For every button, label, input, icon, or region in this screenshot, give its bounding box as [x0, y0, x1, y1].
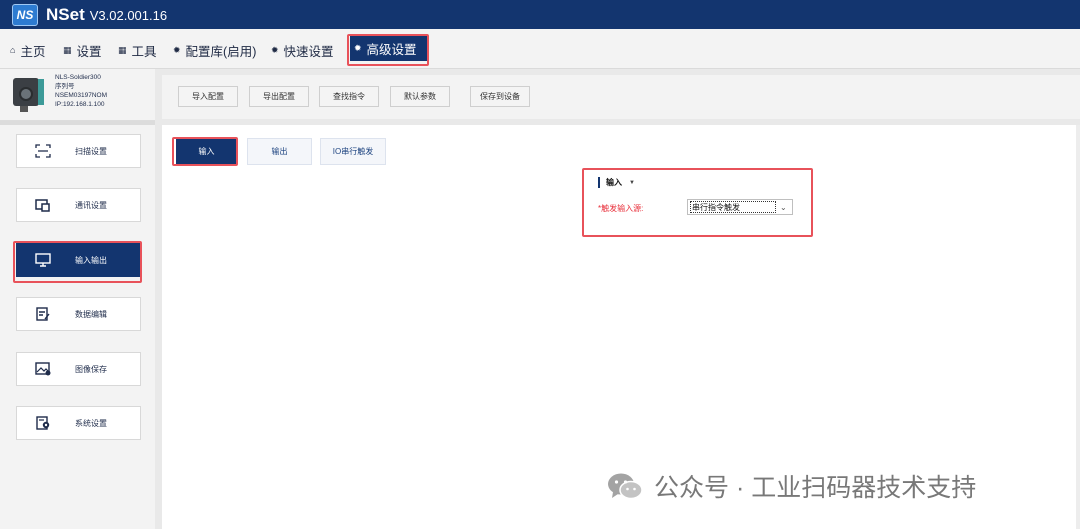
import-config-button[interactable]: 导入配置 — [178, 86, 238, 107]
watermark-text: 公众号 · 工业扫码器技术支持 — [654, 474, 977, 502]
sidebar-item-label: 图像保存 — [75, 364, 107, 374]
grid-icon: ▦ — [118, 44, 127, 55]
camera-device-icon — [10, 75, 44, 113]
sidebar-item-label: 数据编辑 — [75, 309, 107, 319]
section-title: 输入 — [606, 178, 622, 187]
sidebar-item-communication-settings[interactable]: 通讯设置 — [16, 188, 141, 222]
device-info: NLS-Soldier300 序列号 NSEM03197NOM IP:192.1… — [55, 73, 107, 109]
sidebar-item-data-edit[interactable]: 数据编辑 — [16, 297, 141, 331]
grid-icon: ▦ — [63, 44, 72, 55]
toolbar: 导入配置 导出配置 查找指令 默认参数 保存到设备 — [162, 75, 1080, 119]
device-ip: IP:192.168.1.100 — [55, 101, 105, 108]
system-settings-icon — [35, 416, 51, 430]
sidebar-item-input-output[interactable]: 输入输出 — [16, 243, 141, 277]
menu-home-label: 主页 — [20, 44, 46, 59]
device-serial-label: 序列号 — [55, 83, 75, 90]
menu-bar: ⌂ 主页 ▦ 设置 ▦ 工具 ✹ 配置库(启用) ✹ 快速设置 ✹ 高级设置 — [0, 29, 1080, 69]
menu-tools-label: 工具 — [131, 44, 157, 59]
sidebar-item-label: 系统设置 — [75, 418, 107, 428]
trigger-source-value: 串行指令触发 — [690, 201, 776, 213]
menu-settings[interactable]: ▦ 设置 — [63, 40, 102, 60]
image-save-icon — [35, 362, 51, 376]
sidebar-item-image-save[interactable]: 图像保存 — [16, 352, 141, 386]
sidebar-item-label: 输入输出 — [75, 255, 107, 265]
edit-document-icon — [35, 307, 51, 321]
scan-icon — [35, 144, 51, 158]
sidebar-item-system-settings[interactable]: 系统设置 — [16, 406, 141, 440]
tab-input[interactable]: 输入 — [176, 138, 237, 165]
watermark: 公众号 · 工业扫码器技术支持 — [606, 466, 976, 506]
sidebar-item-label: 通讯设置 — [75, 200, 107, 210]
gear-icon: ✹ — [173, 44, 181, 55]
default-params-button[interactable]: 默认参数 — [390, 86, 450, 107]
left-panel: NLS-Soldier300 序列号 NSEM03197NOM IP:192.1… — [0, 69, 155, 529]
menu-quick-settings-label: 快速设置 — [283, 44, 334, 59]
menu-tools[interactable]: ▦ 工具 — [118, 40, 157, 60]
device-card[interactable]: NLS-Soldier300 序列号 NSEM03197NOM IP:192.1… — [0, 69, 155, 121]
home-icon: ⌂ — [10, 45, 16, 55]
app-version: V3.02.001.16 — [89, 8, 168, 23]
gears-icon: ✹ — [354, 42, 362, 53]
section-accent-bar — [598, 177, 600, 188]
device-serial: NSEM03197NOM — [55, 92, 108, 99]
app-name: NSet — [46, 4, 85, 24]
app-logo: NS — [12, 3, 38, 26]
scrollbar-gutter — [1076, 125, 1080, 529]
trigger-source-label: *触发输入源: — [598, 204, 644, 213]
menu-config-lib[interactable]: ✹ 配置库(启用) — [173, 40, 256, 60]
gear-icon: ✹ — [271, 44, 279, 55]
menu-settings-label: 设置 — [76, 44, 102, 59]
sidebar-item-scan-settings[interactable]: 扫描设置 — [16, 134, 141, 168]
sidebar-item-label: 扫描设置 — [75, 146, 107, 156]
save-to-device-button[interactable]: 保存到设备 — [470, 86, 530, 107]
wechat-icon — [606, 471, 644, 501]
title-bar: NS NSet V3.02.001.16 — [0, 0, 1080, 29]
menu-advanced-settings[interactable]: ✹ 高级设置 — [350, 35, 427, 61]
menu-advanced-settings-label: 高级设置 — [366, 42, 417, 57]
divider — [0, 121, 155, 125]
monitor-icon — [35, 253, 51, 267]
menu-config-lib-label: 配置库(启用) — [185, 44, 257, 59]
trigger-source-select[interactable]: 串行指令触发 ⌄ — [687, 199, 793, 215]
export-config-button[interactable]: 导出配置 — [249, 86, 309, 107]
communication-icon — [35, 198, 51, 212]
chevron-down-icon: ⌄ — [780, 202, 787, 212]
find-command-button[interactable]: 查找指令 — [319, 86, 379, 107]
input-section-header[interactable]: 输入 ▼ — [598, 177, 635, 188]
caret-down-icon: ▼ — [629, 179, 635, 186]
tab-io-serial-trigger[interactable]: IO串行触发 — [320, 138, 386, 165]
device-model: NLS-Soldier300 — [55, 74, 101, 81]
menu-home[interactable]: ⌂ 主页 — [10, 40, 45, 60]
tab-output[interactable]: 输出 — [247, 138, 312, 165]
menu-quick-settings[interactable]: ✹ 快速设置 — [271, 40, 334, 60]
